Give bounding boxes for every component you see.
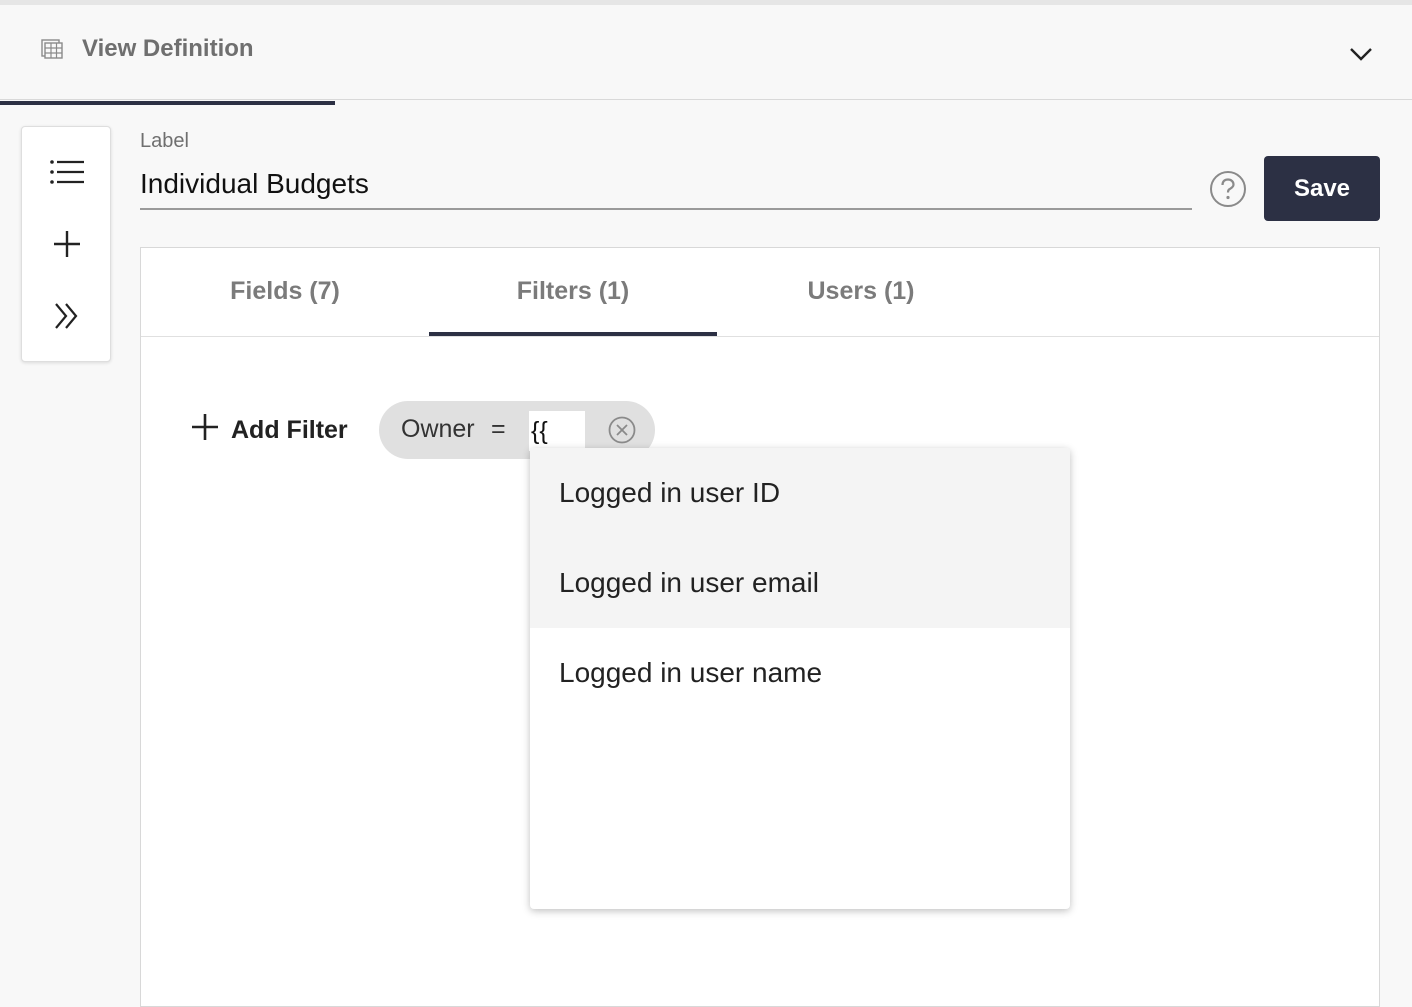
label-input[interactable]	[140, 160, 1192, 210]
view-definition-header[interactable]: View Definition	[0, 5, 1412, 105]
plus-icon	[52, 229, 82, 264]
help-circle-icon[interactable]	[1209, 170, 1247, 208]
option-user-id[interactable]: Logged in user ID	[530, 448, 1070, 538]
double-chevron-right-icon	[52, 301, 82, 336]
filter-operator: =	[491, 415, 506, 443]
option-user-email[interactable]: Logged in user email	[530, 538, 1070, 628]
plus-icon	[191, 413, 219, 448]
tab-users[interactable]: Users (1)	[717, 248, 1005, 335]
list-icon	[49, 159, 85, 190]
header-active-indicator	[0, 101, 335, 105]
list-button[interactable]	[44, 151, 90, 197]
save-button[interactable]: Save	[1264, 156, 1380, 221]
tab-fields[interactable]: Fields (7)	[141, 248, 429, 335]
value-suggestions-dropdown: Logged in user ID Logged in user email L…	[530, 448, 1070, 909]
option-user-name[interactable]: Logged in user name	[530, 628, 1070, 718]
clear-filter-icon[interactable]	[607, 415, 637, 445]
side-toolbar	[21, 126, 111, 362]
chevron-down-icon[interactable]	[1348, 41, 1374, 67]
label-caption: Label	[140, 130, 189, 152]
add-filter-label: Add Filter	[231, 415, 348, 444]
add-filter-button[interactable]: Add Filter	[191, 408, 348, 452]
tab-filters[interactable]: Filters (1)	[429, 248, 717, 336]
filter-field: Owner	[401, 415, 475, 443]
tab-bar: Fields (7) Filters (1) Users (1)	[141, 248, 1379, 337]
table-grid-icon	[41, 37, 63, 59]
add-button[interactable]	[44, 223, 90, 269]
page-title: View Definition	[82, 35, 254, 62]
expand-button[interactable]	[44, 295, 90, 341]
filter-value-input[interactable]	[529, 411, 585, 451]
